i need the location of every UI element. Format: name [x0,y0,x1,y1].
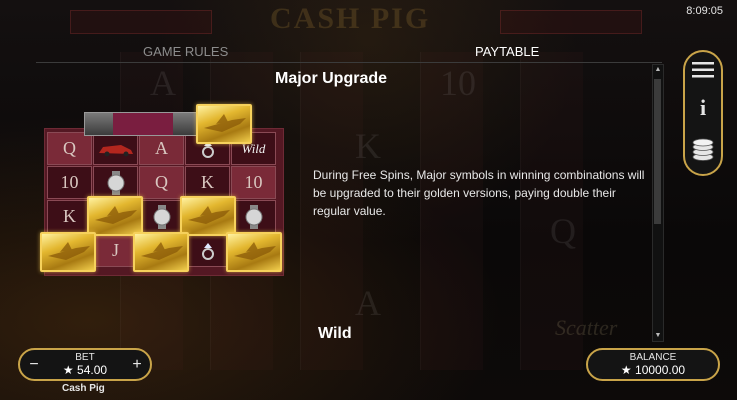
menu-icon[interactable] [685,62,721,83]
bet-increase-button[interactable]: + [128,356,146,374]
grid-symbol-watch [139,200,184,233]
upgrade-strip-middle [113,113,173,135]
paytable-scrollbar[interactable]: ▲ ▼ [652,64,664,342]
section-title: Major Upgrade [275,70,388,87]
gold-jet-symbol [133,232,189,272]
balance-value: 10000.00 [635,363,686,377]
grid-symbol-j: J [93,234,138,267]
star-icon: ★ [620,363,632,377]
background-panel-left [70,10,212,34]
coins-icon[interactable] [685,138,721,167]
tab-paytable[interactable]: PAYTABLE [475,44,539,59]
gold-jet-symbol [87,196,143,236]
gold-jet-symbol [196,104,252,144]
scroll-up-arrow-icon[interactable]: ▲ [653,65,663,75]
background-logo: CASH PIG [270,2,431,35]
star-icon: ★ [62,363,74,377]
tab-game-rules[interactable]: GAME RULES [143,44,228,59]
grid-symbol-a: A [139,132,184,165]
grid-symbol-q: Q [139,166,184,199]
balance-display: BALANCE ★ 10000.00 [586,348,720,381]
gold-jet-symbol [40,232,96,272]
balance-value-row: ★ 10000.00 [588,363,718,377]
paytable-tabs: GAME RULES PAYTABLE [36,44,662,62]
section-title-wild: Wild [318,325,352,342]
bet-value: 54.00 [77,363,108,377]
background-symbol-k: K [355,126,381,166]
side-menu: i [683,50,723,176]
game-name: Cash Pig [62,383,105,394]
clock: 8:09:05 [686,5,723,17]
scroll-down-arrow-icon[interactable]: ▼ [653,331,663,341]
tab-divider [36,62,662,63]
gold-jet-symbol [180,196,236,236]
background-symbol-10: 10 [440,63,476,103]
grid-symbol-k: K [185,166,230,199]
background-symbol-a: A [150,63,176,103]
scroll-thumb[interactable] [654,79,661,224]
grid-symbol-diamond-ring [185,234,230,267]
grid-symbol-10: 10 [47,166,92,199]
grid-symbol-car [93,132,138,165]
upgrade-strip [84,112,204,136]
grid-symbol-q: Q [47,132,92,165]
bet-control: − BET ★ 54.00 + [18,348,152,381]
background-symbol-a: A [355,283,381,323]
grid-symbol-watch [93,166,138,199]
grid-symbol-watch [231,200,276,233]
balance-label: BALANCE [629,352,677,363]
background-panel-right [500,10,642,34]
grid-symbol-10: 10 [231,166,276,199]
grid-symbol-k: K [47,200,92,233]
info-icon[interactable]: i [685,95,721,121]
gold-jet-symbol [226,232,282,272]
background-scatter: Scatter [555,315,618,340]
section-description: During Free Spins, Major symbols in winn… [313,168,645,218]
